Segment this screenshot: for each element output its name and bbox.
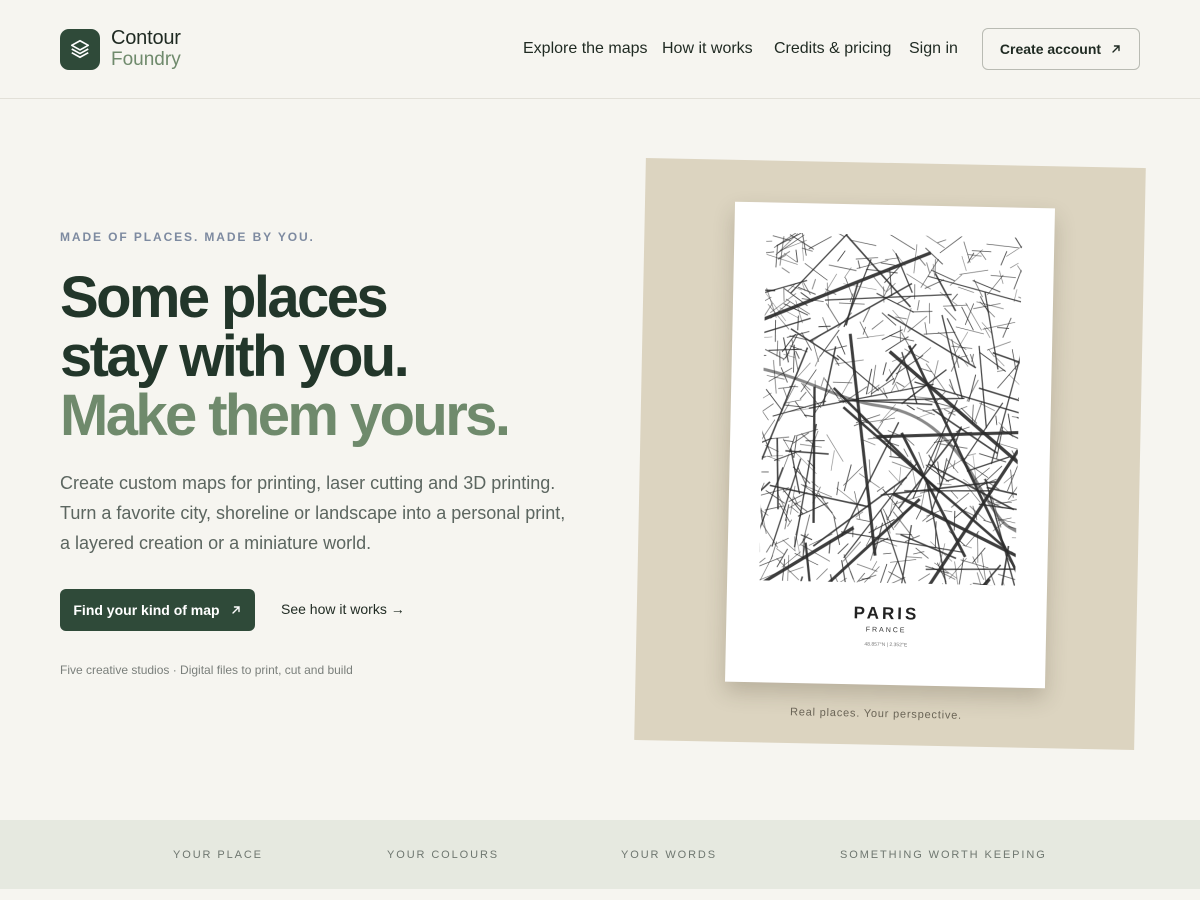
create-account-button[interactable]: Create account bbox=[982, 28, 1140, 70]
strip-item-something-worth-keeping: SOMETHING WORTH KEEPING bbox=[840, 849, 1047, 861]
hero-description: Create custom maps for printing, laser c… bbox=[60, 473, 566, 553]
layers-icon bbox=[60, 28, 100, 70]
headline-line-3: Make them yours. bbox=[60, 383, 511, 448]
strip-item-your-colours: YOUR COLOURS bbox=[387, 849, 500, 861]
hero-footnote: Five creative studios · Digital files to… bbox=[60, 663, 353, 677]
strip-item-your-words: YOUR WORDS bbox=[621, 849, 717, 861]
poster-city: PARIS bbox=[853, 603, 920, 624]
site-header: Contour Foundry Explore the maps How it … bbox=[0, 0, 1200, 99]
nav-how-it-works[interactable]: How it works bbox=[662, 40, 753, 58]
see-how-it-works-link[interactable]: See how it works → bbox=[281, 601, 405, 617]
find-map-label: Find your kind of map bbox=[73, 602, 220, 618]
nav-explore-maps[interactable]: Explore the maps bbox=[523, 40, 648, 58]
strip-item-your-place: YOUR PLACE bbox=[173, 849, 263, 861]
brand-subname: Foundry bbox=[111, 49, 181, 70]
find-map-button[interactable]: Find your kind of map bbox=[60, 589, 255, 631]
headline-line-2: stay with you. bbox=[60, 324, 410, 389]
headline-line-1: Some places bbox=[60, 265, 389, 330]
arrow-up-right-icon bbox=[231, 606, 240, 614]
nav-sign-in[interactable]: Sign in bbox=[909, 40, 958, 58]
hero-eyebrow: MADE OF PLACES. MADE BY YOU. bbox=[60, 230, 315, 244]
hero-headline: Some places stay with you. Make them you… bbox=[60, 265, 511, 448]
map-poster: PARIS FRANCE 48.857°N | 2.352°E bbox=[725, 201, 1055, 689]
paris-street-map bbox=[759, 232, 1023, 586]
arrow-up-right-icon bbox=[1112, 45, 1120, 53]
poster-coordinates: 48.857°N | 2.352°E bbox=[864, 641, 908, 649]
brand-logo[interactable]: Contour Foundry bbox=[60, 28, 181, 70]
nav-credits-pricing[interactable]: Credits & pricing bbox=[774, 40, 891, 58]
brand-name: Contour bbox=[111, 27, 181, 49]
feature-strip: YOUR PLACE YOUR COLOURS YOUR WORDS SOMET… bbox=[0, 820, 1200, 889]
create-account-label: Create account bbox=[999, 41, 1102, 57]
